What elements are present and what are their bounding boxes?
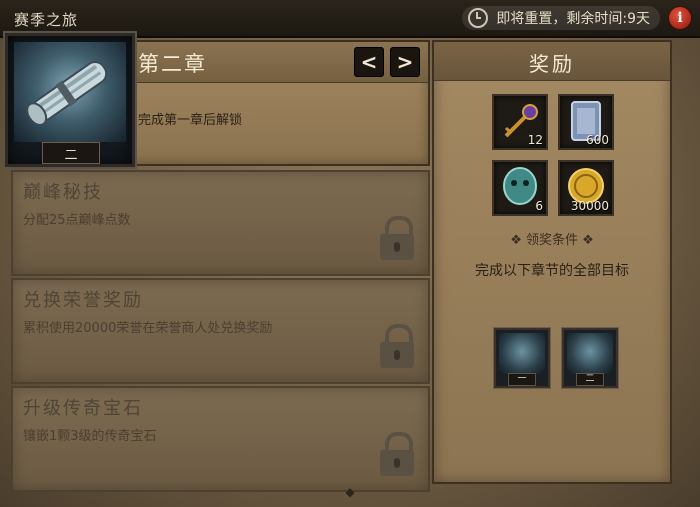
lock-icon	[380, 216, 414, 260]
rewards-title: 奖励	[529, 52, 575, 76]
chapter-portrait: 二	[5, 33, 135, 167]
lock-icon	[380, 432, 414, 476]
condition-description: 完成以下章节的全部目标	[475, 263, 629, 279]
task-card[interactable]: 兑换荣誉奖励 累积使用20000荣誉在荣誉商人处兑换奖励	[11, 278, 430, 384]
clock-icon	[468, 8, 489, 28]
required-chapter-badge: 二	[576, 373, 604, 386]
required-chapter-badge: 一	[508, 373, 536, 386]
rewards-panel: 奖励 12 600 6 30000 ❖ 领奖条件 ❖ 完成以下章节的全部目标 一…	[432, 40, 672, 484]
task-name: 兑换荣誉奖励	[23, 290, 143, 311]
timer-text: 即将重置，剩余时间:9天	[496, 11, 650, 27]
reward-slot[interactable]: 12	[492, 94, 548, 150]
chapter-number-badge: 二	[42, 142, 100, 164]
timer-pill: 即将重置，剩余时间:9天	[462, 6, 660, 30]
reward-qty: 6	[535, 199, 543, 213]
reward-slot[interactable]: 30000	[558, 160, 614, 216]
reward-qty: 600	[586, 133, 609, 147]
scroll-icon	[499, 333, 545, 374]
task-name: 巅峰秘技	[23, 182, 103, 203]
next-chapter-button[interactable]: >	[390, 47, 420, 77]
chapter-scroll-icon	[14, 42, 126, 142]
chapter-description: 完成第一章后解锁	[138, 113, 243, 128]
reward-qty: 30000	[570, 199, 609, 213]
required-chapter-slot[interactable]: 二	[562, 328, 618, 388]
info-icon[interactable]: i	[668, 6, 692, 30]
ornament-right-icon: ❖	[578, 233, 594, 248]
chapter-title: 第二章	[138, 52, 207, 76]
prev-chapter-button[interactable]: <	[354, 47, 384, 77]
task-description: 镶嵌1颗3级的传奇宝石	[23, 429, 157, 444]
reward-slot[interactable]: 6	[492, 160, 548, 216]
season-journey-window: 赛季之旅 即将重置，剩余时间:9天 i 第二章 < > 完成第一章后解锁 二 巅…	[0, 0, 700, 507]
window-title: 赛季之旅	[14, 11, 79, 29]
chapter-title-bar: 第二章 < >	[126, 42, 428, 83]
required-chapter-slot[interactable]: 一	[494, 328, 550, 388]
bottom-ornament-icon: ◆	[345, 485, 355, 499]
task-description: 分配25点巅峰点数	[23, 213, 131, 228]
task-card[interactable]: 升级传奇宝石 镶嵌1颗3级的传奇宝石	[11, 386, 430, 492]
reset-timer: 即将重置，剩余时间:9天 i	[462, 5, 692, 31]
task-description: 累积使用20000荣誉在荣誉商人处兑换奖励	[23, 321, 273, 336]
lock-icon	[380, 324, 414, 368]
task-name: 升级传奇宝石	[23, 398, 143, 419]
ornament-left-icon: ❖	[510, 233, 526, 248]
condition-title: ❖ 领奖条件 ❖	[510, 233, 594, 248]
reward-slot[interactable]: 600	[558, 94, 614, 150]
reward-qty: 12	[527, 133, 543, 147]
task-card[interactable]: 巅峰秘技 分配25点巅峰点数	[11, 170, 430, 276]
rewards-header: 奖励	[434, 42, 670, 81]
scroll-icon	[567, 333, 613, 374]
